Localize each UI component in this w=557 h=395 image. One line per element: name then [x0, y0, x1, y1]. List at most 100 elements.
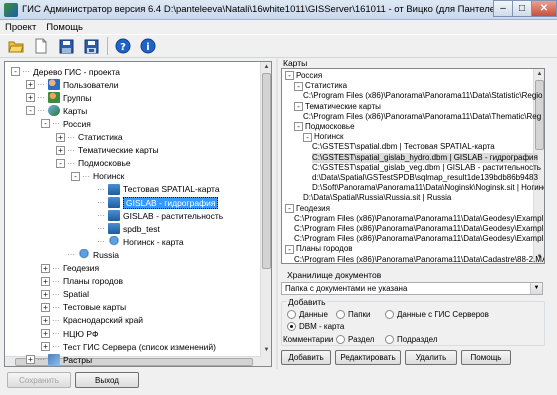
storage-select[interactable]: Папка с документами не указана ▼	[281, 282, 543, 295]
map-path-item[interactable]: C:\GSTEST\spatial_gislab_hydro.dbm | GIS…	[312, 152, 538, 163]
tree-node[interactable]: + ··· Spatial	[41, 288, 89, 301]
add-button[interactable]: Добавить	[281, 350, 331, 365]
collapse-icon[interactable]: -	[285, 71, 294, 81]
map-path-item[interactable]: C:\Program Files (x86)\Panorama\Panorama…	[294, 234, 543, 244]
tree-vertical-scrollbar[interactable]: ▲ ▼	[260, 62, 271, 366]
scroll-up-icon[interactable]: ▲	[535, 70, 544, 79]
maximize-button[interactable]: □	[512, 0, 532, 17]
expand-icon[interactable]: +	[26, 80, 35, 90]
tree-node[interactable]: ··· GISLAB - растительность	[86, 209, 223, 222]
radio-subsection[interactable]: Подраздел	[385, 335, 438, 344]
exit-button[interactable]: Выход	[75, 372, 139, 388]
map-path-item[interactable]: C:\GSTEST\spatial.dbm | Тестовая SPATIAL…	[312, 142, 495, 152]
collapse-icon[interactable]: -	[285, 244, 294, 254]
help-icon[interactable]: ?	[113, 36, 133, 56]
tree-node[interactable]: + ··· Пользователи	[26, 78, 118, 91]
maps-tree-node[interactable]: - Статистика	[294, 81, 347, 91]
map-path-item[interactable]: C:\Program Files (x86)\Panorama\Panorama…	[294, 214, 543, 224]
delete-button[interactable]: Удалить	[405, 350, 457, 365]
save-as-icon[interactable]	[81, 36, 101, 56]
tree-node[interactable]: + ··· Тематические карты	[56, 144, 159, 157]
scroll-down-icon[interactable]: ▼	[262, 346, 271, 355]
radio-circle[interactable]	[287, 310, 296, 319]
collapse-icon[interactable]: -	[294, 81, 303, 91]
expand-icon[interactable]: +	[56, 132, 65, 142]
tree-node[interactable]: + ··· Планы городов	[41, 275, 123, 288]
maps-tree-node[interactable]: - Россия	[285, 71, 322, 81]
radio-circle[interactable]	[336, 310, 345, 319]
tree-node[interactable]: - ··· Дерево ГИС - проекта	[11, 65, 120, 78]
radio-gis-servers[interactable]: Данные с ГИС Серверов	[385, 310, 489, 319]
open-folder-icon[interactable]	[6, 36, 26, 56]
map-path-item[interactable]: C:\Program Files (x86)\Panorama\Panorama…	[303, 112, 541, 122]
expand-icon[interactable]: +	[41, 302, 50, 312]
radio-circle-selected[interactable]	[287, 322, 296, 331]
expand-icon[interactable]: +	[41, 329, 50, 338]
expand-icon[interactable]: +	[26, 355, 35, 365]
maps-tree-node[interactable]: - Тематические карты	[294, 102, 381, 112]
map-path-item[interactable]: C:\Program Files (x86)\Panorama\Panorama…	[303, 91, 543, 101]
tree-node[interactable]: ··· Тестовая SPATIAL-карта	[86, 183, 220, 196]
scroll-up-icon[interactable]: ▲	[262, 63, 271, 72]
pane-splitter[interactable]	[276, 59, 278, 369]
radio-circle[interactable]	[385, 335, 394, 344]
collapse-icon[interactable]: -	[11, 67, 20, 76]
maps-tree-node[interactable]: - Ногинск	[303, 132, 344, 142]
map-path-item[interactable]: C:\Program Files (x86)\Panorama\Panorama…	[294, 255, 544, 263]
radio-data[interactable]: Данные	[287, 310, 328, 319]
tree-node[interactable]: - ··· Россия	[41, 117, 91, 130]
radio-circle[interactable]	[336, 335, 345, 344]
new-document-icon[interactable]	[31, 36, 51, 56]
maps-tree[interactable]: ▲ ▼ - Россия - Статистика C:\Program Files (…	[281, 68, 545, 264]
scroll-thumb[interactable]	[262, 73, 271, 269]
tree-node[interactable]: ··· GISLAB - гидрография	[86, 196, 219, 209]
chevron-down-icon[interactable]: ▼	[530, 283, 542, 294]
collapse-icon[interactable]: -	[294, 101, 303, 111]
collapse-icon[interactable]: -	[303, 132, 312, 142]
expand-icon[interactable]: +	[41, 342, 50, 352]
menu-project[interactable]: Проект	[0, 22, 41, 33]
expand-icon[interactable]: +	[56, 145, 65, 155]
tree-node[interactable]: - ··· Подмосковье	[56, 157, 131, 170]
tree-node[interactable]: + ··· Краснодарский край	[41, 314, 143, 327]
collapse-icon[interactable]: -	[56, 158, 65, 168]
map-path-item[interactable]: C:\GSTEST\spatial_gislab_veg.dbm | GISLA…	[312, 163, 541, 173]
collapse-icon[interactable]: -	[285, 203, 294, 213]
help-button[interactable]: Помощь	[461, 350, 511, 365]
maps-tree-node[interactable]: - Подмосковье	[294, 122, 355, 132]
project-tree[interactable]: ▲ ▼ - ··· Дерево ГИС - проекта + ··· Пользова…	[4, 61, 272, 367]
map-path-item[interactable]: d:\Data\Spatial\GSTestSPDB\sqlmap_result…	[312, 173, 538, 183]
expand-icon[interactable]: +	[41, 276, 50, 286]
tree-node[interactable]: - ··· Карты	[26, 104, 87, 117]
radio-section[interactable]: Раздел	[336, 335, 374, 344]
menu-help[interactable]: Помощь	[41, 22, 88, 33]
expand-icon[interactable]: +	[26, 93, 35, 103]
tree-node[interactable]: + ··· Статистика	[56, 131, 123, 144]
map-path-item[interactable]: D:\Soft\Panorama\Panorama11\Data\Noginsk…	[312, 183, 544, 193]
tree-node[interactable]: ··· spdb_test	[86, 222, 160, 235]
collapse-icon[interactable]: -	[294, 122, 303, 132]
maps-tree-node[interactable]: - Планы городов	[285, 244, 353, 254]
collapse-icon[interactable]: -	[71, 171, 80, 181]
save-button[interactable]: Сохранить	[7, 372, 71, 388]
edit-button[interactable]: Редактировать	[335, 350, 401, 365]
radio-circle[interactable]	[385, 310, 394, 319]
map-path-item[interactable]: C:\Program Files (x86)\Panorama\Panorama…	[294, 224, 543, 234]
save-icon[interactable]	[56, 36, 76, 56]
close-button[interactable]: ✕	[531, 0, 557, 17]
expand-icon[interactable]: +	[41, 289, 50, 299]
info-icon[interactable]: i	[138, 36, 158, 56]
collapse-icon[interactable]: -	[41, 119, 50, 129]
tree-node[interactable]: + ··· НЦЮ РФ	[41, 327, 98, 340]
radio-folders[interactable]: Папки	[336, 310, 371, 319]
minimize-button[interactable]: –	[493, 0, 513, 17]
tree-node[interactable]: ··· Russia	[56, 248, 119, 261]
tree-node[interactable]: + ··· Тестовые карты	[41, 301, 126, 314]
tree-node[interactable]: + ··· Геодезия	[41, 262, 99, 275]
tree-node[interactable]: ··· Ногинск - карта	[86, 235, 184, 248]
tree-node[interactable]: + ··· Растры	[26, 353, 92, 366]
expand-icon[interactable]: +	[41, 315, 50, 325]
map-path-item[interactable]: D:\Data\Spatial\Russia\Russia.sit | Russ…	[303, 193, 451, 203]
tree-node[interactable]: + ··· Группы	[26, 91, 91, 104]
collapse-icon[interactable]: -	[26, 106, 35, 116]
